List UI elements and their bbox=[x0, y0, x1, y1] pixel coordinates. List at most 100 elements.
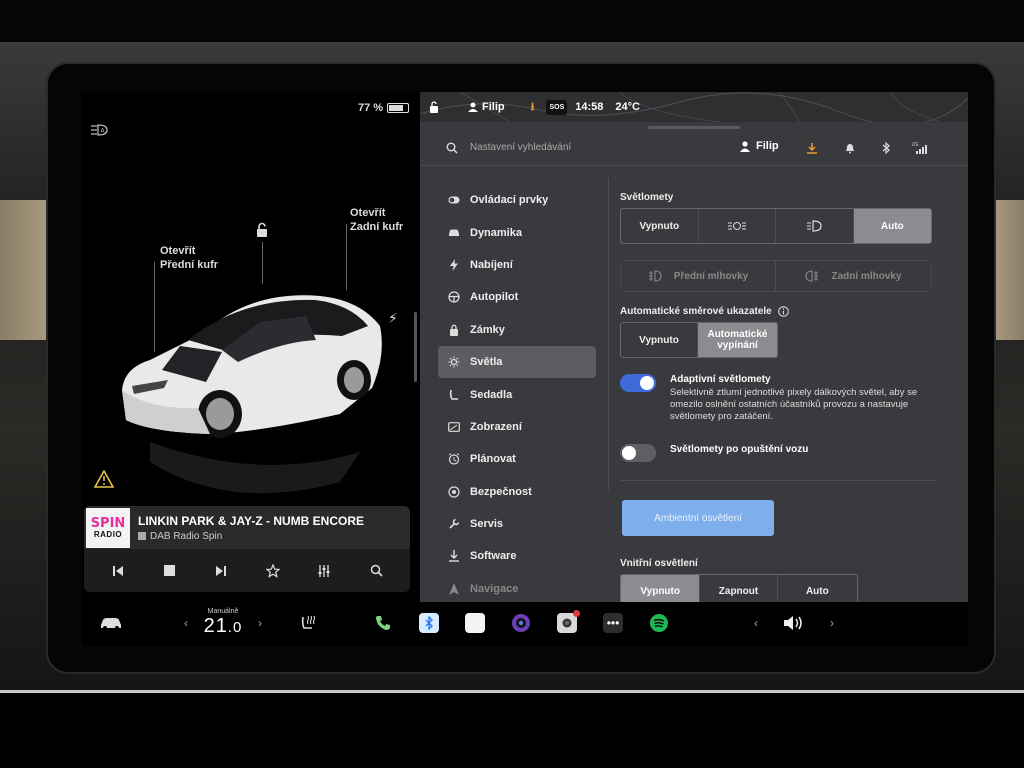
turn-signals-auto-cancel[interactable]: Automatické vypínání bbox=[697, 323, 777, 357]
rear-trunk-label[interactable]: Otevřít Zadní kufr bbox=[350, 206, 403, 234]
media-player: SPIN RADIO LINKIN PARK & JAY-Z - NUMB EN… bbox=[84, 506, 410, 592]
interior-lights-on[interactable]: Zapnout bbox=[700, 575, 778, 602]
car-view-scrollbar[interactable] bbox=[414, 312, 417, 382]
bluetooth-icon[interactable] bbox=[880, 142, 892, 154]
notes-app-icon[interactable] bbox=[464, 612, 486, 634]
adaptive-headlights-toggle[interactable] bbox=[620, 374, 656, 392]
sidebar-item-7[interactable]: Sedadla bbox=[438, 378, 596, 410]
stop-icon[interactable] bbox=[158, 560, 180, 582]
sidebar-item-3[interactable]: Nabíjení bbox=[438, 249, 596, 281]
status-lock-icon[interactable] bbox=[428, 101, 440, 113]
headlights-off[interactable]: Vypnuto bbox=[621, 209, 699, 243]
sidebar-item-12[interactable]: Software bbox=[438, 540, 596, 572]
warning-icon[interactable] bbox=[94, 470, 114, 488]
sidebar-item-9[interactable]: Plánovat bbox=[438, 443, 596, 475]
camera-app-icon[interactable] bbox=[510, 612, 532, 634]
sidebar-item-label: Ovládací prvky bbox=[470, 194, 549, 207]
spotify-icon[interactable] bbox=[648, 612, 670, 634]
wood-trim-right bbox=[994, 200, 1024, 340]
seat-icon bbox=[448, 389, 460, 401]
sidebar-item-8[interactable]: Zobrazení bbox=[438, 411, 596, 443]
sidebar-item-label: Software bbox=[470, 550, 517, 563]
parking-lights-option[interactable] bbox=[699, 209, 776, 243]
interior-lights-auto[interactable]: Auto bbox=[778, 575, 857, 602]
volume-decrease-icon[interactable]: ‹ bbox=[754, 616, 758, 630]
download-icon[interactable] bbox=[806, 142, 818, 154]
sidebar-item-label: Zámky bbox=[470, 323, 505, 336]
interior-lights-off[interactable]: Vypnuto bbox=[621, 575, 701, 602]
next-icon[interactable] bbox=[210, 560, 232, 582]
sidebar-item-4[interactable]: Autopilot bbox=[438, 281, 596, 313]
front-fog-button[interactable]: Přední mlhovky bbox=[621, 261, 776, 291]
touchscreen: 77 % A Otevřít Přední kufr Otevřít Zadní… bbox=[82, 92, 968, 602]
outside-temperature: 24°C bbox=[615, 101, 640, 113]
station-logo: SPIN RADIO bbox=[86, 507, 130, 548]
search-icon[interactable] bbox=[365, 560, 387, 582]
sidebar-item-10[interactable]: Bezpečnost bbox=[438, 476, 596, 508]
car-icon[interactable] bbox=[98, 612, 124, 634]
sidebar-item-13[interactable]: Navigace bbox=[438, 573, 596, 602]
sidebar-item-11[interactable]: Servis bbox=[438, 508, 596, 540]
search-icon bbox=[446, 142, 458, 154]
headlights-title: Světlomety bbox=[620, 192, 674, 203]
drag-handle[interactable] bbox=[648, 126, 740, 129]
car-panel: 77 % A Otevřít Přední kufr Otevřít Zadní… bbox=[82, 92, 420, 602]
battery-percent: 77 % bbox=[358, 102, 384, 114]
sidebar-item-label: Autopilot bbox=[470, 291, 519, 304]
settings-nav: Ovládací prvky Dynamika Nabíjení Autopilot Z… bbox=[438, 184, 596, 602]
car-model-image bbox=[122, 295, 382, 494]
download-icon[interactable]: ⭳ bbox=[531, 98, 535, 117]
sidebar-item-1[interactable]: Ovládací prvky bbox=[438, 184, 596, 216]
ambient-lighting-button[interactable]: Ambientní osvětlení bbox=[622, 500, 774, 536]
sidebar-item-6[interactable]: Světla bbox=[438, 345, 596, 379]
now-playing[interactable]: SPIN RADIO LINKIN PARK & JAY-Z - NUMB EN… bbox=[84, 506, 410, 549]
info-icon[interactable] bbox=[777, 306, 789, 317]
person-icon bbox=[468, 102, 478, 112]
previous-icon[interactable] bbox=[107, 560, 129, 582]
bell-icon[interactable] bbox=[844, 142, 856, 154]
logo-radio: RADIO bbox=[93, 529, 123, 539]
front-fog-icon bbox=[648, 270, 662, 282]
equalizer-icon[interactable] bbox=[313, 560, 335, 582]
volume-icon[interactable] bbox=[780, 612, 806, 634]
interior-lights-title: Vnitřní osvětlení bbox=[620, 558, 698, 569]
turn-signals-segmented: Vypnuto Automatické vypínání bbox=[620, 322, 778, 358]
sidebar-item-5[interactable]: Zámky bbox=[438, 314, 596, 346]
steering-wheel-icon bbox=[448, 291, 460, 304]
exit-lights-toggle[interactable] bbox=[620, 444, 656, 462]
section-divider bbox=[620, 480, 936, 481]
search-input[interactable] bbox=[470, 137, 710, 158]
temp-decrease-icon[interactable]: ‹ bbox=[184, 616, 188, 630]
headlights-auto[interactable]: Auto bbox=[853, 209, 931, 243]
climate-control[interactable]: Manuálně 21.0 bbox=[198, 608, 248, 638]
favorite-icon[interactable] bbox=[262, 560, 284, 582]
rear-fog-label: Zadní mlhovky bbox=[831, 270, 902, 282]
phone-icon[interactable] bbox=[372, 612, 394, 634]
sos-badge[interactable]: SOS bbox=[546, 99, 568, 115]
rear-fog-button[interactable]: Zadní mlhovky bbox=[776, 261, 931, 291]
turn-signals-off[interactable]: Vypnuto bbox=[621, 323, 698, 357]
seat-heater-icon[interactable] bbox=[298, 612, 318, 634]
more-apps-icon[interactable]: ••• bbox=[602, 612, 624, 634]
lock-line bbox=[262, 242, 263, 284]
bluetooth-app-icon[interactable] bbox=[418, 612, 440, 634]
svg-text:LTE: LTE bbox=[912, 142, 919, 147]
navigation-icon bbox=[448, 582, 460, 595]
front-trunk-label[interactable]: Otevřít Přední kufr bbox=[160, 244, 218, 272]
front-fog-label: Přední mlhovky bbox=[673, 270, 749, 282]
profile-button[interactable]: Filip bbox=[740, 140, 779, 152]
rear-trunk-line bbox=[346, 224, 347, 290]
top-frame bbox=[0, 0, 1024, 42]
headlight-auto-icon[interactable]: A bbox=[90, 124, 108, 139]
low-beam-option[interactable] bbox=[776, 209, 854, 243]
temp-increase-icon[interactable]: › bbox=[258, 616, 262, 630]
logo-spin: SPIN bbox=[90, 515, 126, 531]
sidebar-item-2[interactable]: Dynamika bbox=[438, 216, 596, 248]
turn-signals-title: Automatické směrové ukazatele bbox=[620, 306, 772, 317]
sidebar-item-label: Sedadla bbox=[470, 388, 513, 401]
volume-increase-icon[interactable]: › bbox=[830, 616, 834, 630]
unlock-icon[interactable] bbox=[254, 222, 270, 238]
dashcam-app-icon[interactable] bbox=[556, 610, 580, 634]
status-user[interactable]: Filip bbox=[468, 101, 505, 113]
wrench-icon bbox=[448, 518, 460, 530]
